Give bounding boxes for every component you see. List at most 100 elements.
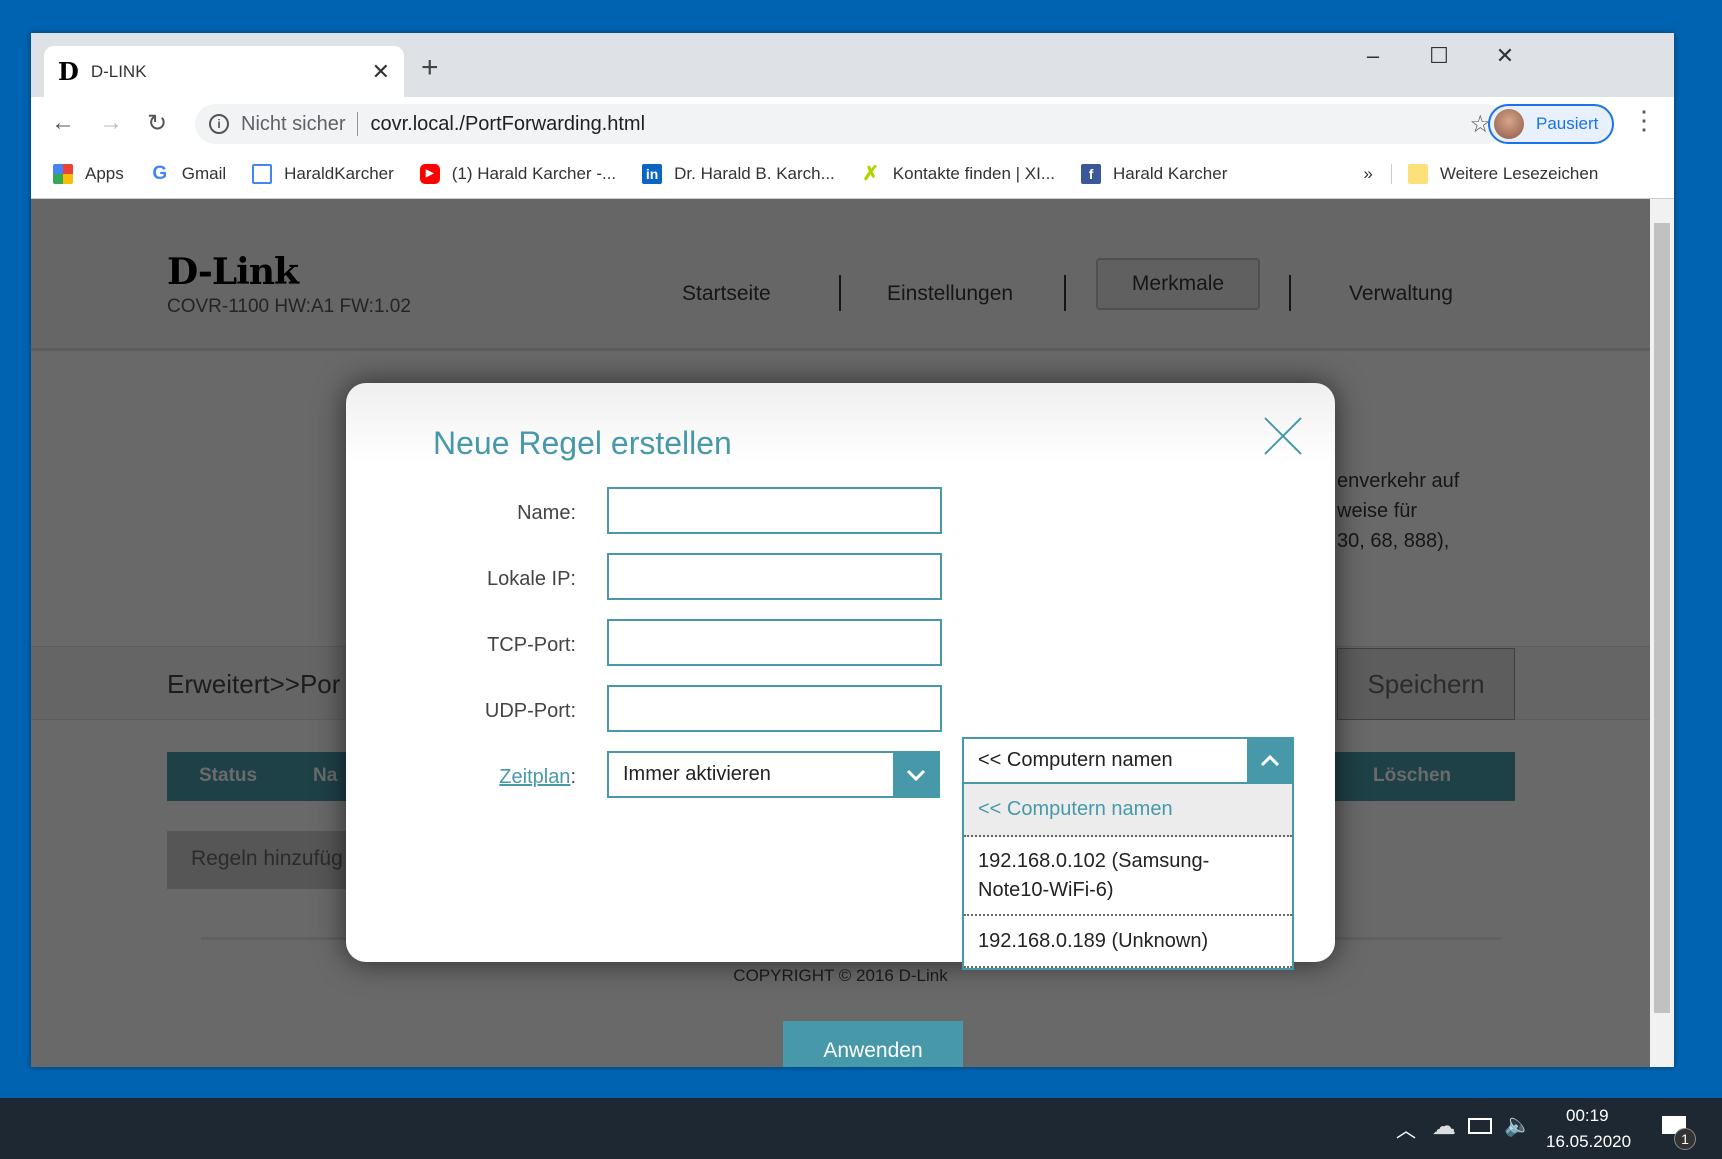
model-info: COVR-1100 HW:A1 FW:1.02 xyxy=(167,296,411,317)
bookmark-apps[interactable]: Apps xyxy=(53,163,124,184)
bookmark-xing[interactable]: ✗ Kontakte finden | XI... xyxy=(861,163,1056,185)
description-line: enverkehr auf xyxy=(1337,470,1460,492)
bookmark-label: Harald Karcher xyxy=(1113,163,1228,183)
bookmark-haraldkarcher[interactable]: HaraldKarcher xyxy=(252,163,394,184)
bookmarks-bar: Apps G Gmail HaraldKarcher ▶ (1) Harald Ka… xyxy=(31,149,1674,199)
column-status: Status xyxy=(199,765,258,786)
schedule-select[interactable]: Immer aktivieren xyxy=(607,751,940,798)
maximize-button[interactable]: ☐ xyxy=(1409,43,1469,69)
close-window-button[interactable]: ✕ xyxy=(1475,43,1535,69)
description: enverkehr auf weise für 30, 68, 888), xyxy=(1337,466,1459,556)
info-icon[interactable]: i xyxy=(209,114,229,134)
name-label: Name: xyxy=(517,502,576,524)
description-line: 30, 68, 888), xyxy=(1337,530,1450,552)
volume-icon[interactable]: 🔈 xyxy=(1504,1112,1531,1138)
address-bar[interactable]: i Nicht sicher covr.local./PortForwardin… xyxy=(195,104,1505,144)
youtube-icon: ▶ xyxy=(419,163,440,184)
tab-title: D-LINK xyxy=(90,61,147,81)
dialog-title: Neue Regel erstellen xyxy=(433,425,732,461)
back-icon[interactable]: ← xyxy=(51,109,75,137)
bookmark-label: HaraldKarcher xyxy=(284,163,394,183)
bookmarks-overflow-button[interactable]: » xyxy=(1363,164,1372,184)
notification-badge: 1 xyxy=(1674,1128,1696,1150)
name-input[interactable] xyxy=(607,487,942,534)
new-rule-dialog: Neue Regel erstellen Name: Lokale IP: TC… xyxy=(346,383,1335,1067)
dlink-logo: D-Link xyxy=(167,251,299,293)
bookmark-label: Apps xyxy=(85,163,124,183)
bookmark-label: Weitere Lesezeichen xyxy=(1439,163,1599,183)
bookmark-label: (1) Harald Karcher -... xyxy=(451,163,617,183)
scrollbar[interactable] xyxy=(1650,199,1674,1067)
site-icon xyxy=(252,163,273,184)
bookmark-facebook[interactable]: f Harald Karcher xyxy=(1081,163,1228,184)
url-text[interactable]: covr.local./PortForwarding.html xyxy=(370,113,645,136)
computer-select-value: << Computern namen xyxy=(978,749,1173,771)
local-ip-input[interactable] xyxy=(607,553,942,600)
tab-strip: D D-LINK ✕ + – ☐ ✕ xyxy=(31,33,1674,97)
copyright: COPYRIGHT © 2016 D-Link xyxy=(733,966,948,985)
option-text: 192.168.0.189 (Unknown) xyxy=(978,929,1209,952)
google-icon: G xyxy=(152,162,168,184)
profile-button[interactable]: Pausiert xyxy=(1488,104,1614,144)
nav-startseite[interactable]: Startseite xyxy=(682,282,771,306)
bookmark-gmail[interactable]: G Gmail xyxy=(150,162,227,184)
close-icon[interactable] xyxy=(1263,416,1303,456)
breadcrumb: Erweitert>>Por xyxy=(167,669,341,699)
tcp-port-label: TCP-Port: xyxy=(487,634,576,656)
tab-dlink[interactable]: D D-LINK ✕ xyxy=(44,46,404,97)
save-button[interactable]: Speichern xyxy=(1337,648,1515,720)
dlink-favicon-icon: D xyxy=(58,57,79,86)
forward-icon[interactable]: → xyxy=(99,109,123,137)
bookmark-youtube[interactable]: ▶ (1) Harald Karcher -... xyxy=(419,163,617,184)
xing-icon: ✗ xyxy=(862,163,880,185)
onedrive-cloud-icon[interactable]: ☁ xyxy=(1432,1112,1456,1141)
computer-select[interactable]: << Computern namen xyxy=(962,737,1294,784)
new-tab-button[interactable]: + xyxy=(421,51,439,85)
schedule-value: Immer aktivieren xyxy=(623,763,771,785)
tab-close-icon[interactable]: ✕ xyxy=(372,59,390,85)
reload-icon[interactable]: ↻ xyxy=(147,109,167,138)
bookmark-label: Kontakte finden | XI... xyxy=(892,163,1056,183)
udp-port-label: UDP-Port: xyxy=(484,700,576,722)
schedule-link[interactable]: Zeitplan xyxy=(499,766,570,788)
column-name: Na xyxy=(313,765,338,786)
facebook-icon: f xyxy=(1081,163,1102,184)
taskbar: ︿ ☁ 🔈 00:19 16.05.2020 1 xyxy=(0,1098,1722,1159)
dropdown-option[interactable]: 192.168.0.189 (Unknown) xyxy=(964,916,1292,968)
menu-icon[interactable]: ⋮ xyxy=(1631,105,1657,136)
apply-button[interactable]: Anwenden xyxy=(783,1021,963,1067)
chevron-down-icon[interactable] xyxy=(893,753,938,796)
other-bookmarks[interactable]: Weitere Lesezeichen xyxy=(1390,163,1599,184)
security-label: Nicht sicher xyxy=(241,112,346,135)
bookmark-linkedin[interactable]: in Dr. Harald B. Karch... xyxy=(642,163,835,184)
dropdown-option[interactable]: << Computern namen xyxy=(964,784,1292,837)
network-icon[interactable] xyxy=(1468,1118,1492,1134)
nav-merkmale[interactable]: Merkmale xyxy=(1096,258,1260,310)
colon: : xyxy=(570,766,576,788)
minimize-button[interactable]: – xyxy=(1343,43,1403,69)
browser-toolbar: ← → ↻ i Nicht sicher covr.local./PortFor… xyxy=(31,97,1674,149)
schedule-label: Zeitplan: xyxy=(396,766,576,789)
add-rules-button[interactable]: Regeln hinzufüg xyxy=(167,831,367,889)
clock-time[interactable]: 00:19 xyxy=(1566,1106,1609,1126)
avatar xyxy=(1494,109,1524,139)
divider xyxy=(357,112,359,136)
chevron-up-icon[interactable] xyxy=(1247,739,1292,782)
nav-divider xyxy=(1289,275,1291,311)
nav-einstellungen[interactable]: Einstellungen xyxy=(887,282,1013,306)
dropdown-option[interactable]: 192.168.0.102 (Samsung-Note10-WiFi-6) xyxy=(964,837,1292,916)
computer-dropdown-list: << Computern namen 192.168.0.102 (Samsun… xyxy=(962,784,1294,970)
bookmark-label: Gmail xyxy=(181,163,227,183)
description-line: weise für xyxy=(1337,500,1418,522)
tray-chevron-up-icon[interactable]: ︿ xyxy=(1396,1114,1416,1143)
bookmark-label: Dr. Harald B. Karch... xyxy=(674,163,835,183)
linkedin-icon: in xyxy=(642,163,663,184)
scrollbar-thumb[interactable] xyxy=(1654,223,1670,1013)
udp-port-input[interactable] xyxy=(607,685,942,732)
browser-window: D D-LINK ✕ + – ☐ ✕ ← → ↻ i Nicht sicher … xyxy=(31,33,1674,1067)
nav-verwaltung[interactable]: Verwaltung xyxy=(1349,282,1453,306)
local-ip-label: Lokale IP: xyxy=(487,568,576,590)
clock-date[interactable]: 16.05.2020 xyxy=(1546,1132,1631,1152)
option-text: << Computern namen xyxy=(978,798,1173,820)
tcp-port-input[interactable] xyxy=(607,619,942,666)
